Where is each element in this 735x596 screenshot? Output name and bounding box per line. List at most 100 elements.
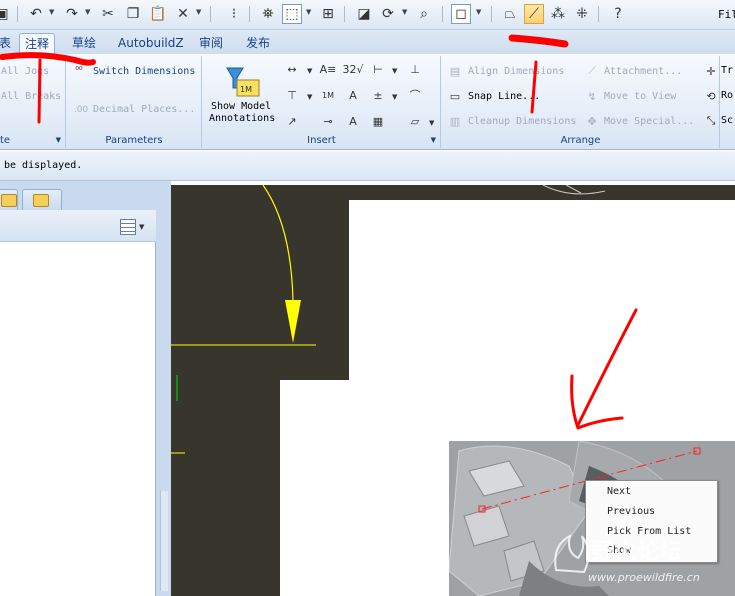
drawing-tree: ▼ [0, 210, 156, 596]
group-launcher-icon[interactable]: ▼ [431, 136, 436, 144]
regenerate-icon[interactable]: ⁝ [224, 4, 244, 24]
leader-line[interactable] [262, 185, 294, 301]
file-menu-label[interactable]: Fil [718, 8, 735, 21]
copy-icon[interactable]: ❐ [123, 4, 143, 24]
ribbon: All Jogs All Breaks te ▼ ⁰⁰ Switch Dimen… [0, 54, 735, 150]
dimension-dropdown-icon[interactable]: ▼ [307, 67, 312, 75]
tab-sketch[interactable]: 草绘 [67, 33, 101, 54]
list-icon [120, 219, 136, 235]
menu-item-next[interactable]: Next [607, 486, 631, 497]
align-dimensions-icon: ▤ [449, 64, 461, 78]
cleanup-dimensions-button[interactable]: Cleanup Dimensions [468, 116, 576, 127]
symbol-icon[interactable]: ⌒ [406, 86, 424, 104]
sheet-arc [565, 185, 582, 194]
snap-line-button[interactable]: Snap Line... [468, 91, 540, 102]
datum-csys-icon[interactable]: ⁜ [572, 4, 592, 24]
rotate-icon: ⟲ [706, 89, 716, 103]
find-icon[interactable]: ⛯ [258, 4, 278, 24]
separator [442, 6, 443, 22]
datum-feature-label: A [349, 88, 357, 102]
surface-finish-icon[interactable]: 32 √ [343, 60, 364, 78]
translate-button[interactable]: Tr [721, 65, 733, 76]
cleanup-dimensions-icon: ▥ [449, 114, 461, 128]
redo-dropdown-icon[interactable]: ▼ [85, 8, 90, 16]
quick-access-toolbar: ▣ ↶ ▼ ↷ ▼ ✂ ❐ 📋 ✕ ▼ ⁝ ⛯ ⬚ ▼ ⊞ ◪ ⟳ ▼ ⌕ ◻ … [0, 0, 735, 30]
move-to-view-icon: ↯ [587, 89, 597, 103]
all-breaks-button[interactable]: All Breaks [1, 91, 61, 102]
rotate-button[interactable]: Ro [721, 90, 733, 101]
auto-ordinate-icon[interactable]: ⊥ [406, 60, 424, 78]
show-model-annotations-line2[interactable]: Annotations [209, 113, 275, 124]
ordinate-icon[interactable]: ⊤ [283, 86, 301, 104]
tab-layout[interactable]: 表 [0, 33, 16, 54]
tab-autobuildz[interactable]: AutobuildZ [113, 33, 189, 54]
weld-symbol-icon[interactable]: ⊸ [319, 112, 337, 130]
panel-sash[interactable] [160, 491, 168, 591]
cut-icon[interactable]: ✂ [98, 4, 118, 24]
help-icon[interactable]: ? [608, 4, 628, 24]
selection-box-icon[interactable]: ⬚ [282, 4, 302, 24]
show-model-annotations-line1[interactable]: Show Model [211, 101, 271, 112]
hatch-dropdown-icon[interactable]: ▼ [429, 119, 434, 127]
decimal-places-button[interactable]: Decimal Places... [93, 104, 195, 115]
move-to-view-button[interactable]: Move to View [604, 91, 676, 102]
attachment-button[interactable]: Attachment... [604, 66, 682, 77]
separator [344, 6, 345, 22]
redo-icon[interactable]: ↷ [62, 4, 82, 24]
reference-dimension-icon[interactable]: ± [369, 86, 387, 104]
align-dimensions-button[interactable]: Align Dimensions [468, 66, 564, 77]
orient-dropdown-icon[interactable]: ▼ [402, 8, 407, 16]
watermark-url: www.proewildfire.cn [588, 571, 700, 584]
reference-dropdown-icon[interactable]: ▼ [392, 93, 397, 101]
watermark-text: 野火论坛 [591, 540, 684, 565]
menu-item-previous[interactable]: Previous [607, 506, 655, 517]
group-launcher-icon[interactable]: ▼ [56, 136, 61, 144]
select-icon[interactable]: ⊞ [318, 4, 338, 24]
svg-text:1M: 1M [240, 85, 252, 94]
hatch-icon[interactable]: ▱ [406, 112, 424, 130]
datum-plane-icon[interactable]: ⏢ [500, 4, 520, 24]
repaint-icon[interactable]: ◪ [354, 4, 374, 24]
orient-icon[interactable]: ⟳ [378, 4, 398, 24]
selection-dropdown-icon[interactable]: ▼ [306, 8, 311, 16]
attachment-icon: ⟋ [588, 64, 596, 77]
gtol-label: 1M [322, 90, 334, 100]
arrowhead [285, 300, 301, 343]
table-icon[interactable]: ▦ [369, 112, 387, 130]
delete-dropdown-icon[interactable]: ▼ [196, 8, 201, 16]
paste-icon[interactable]: 📋 [148, 4, 168, 24]
ribbon-tab-bar: 表 注释 草绘 AutobuildZ 审阅 发布 [0, 30, 735, 54]
note-icon[interactable]: A≡ [319, 60, 337, 78]
separator [249, 6, 250, 22]
undo-dropdown-icon[interactable]: ▼ [49, 8, 54, 16]
display-style-dropdown-icon[interactable]: ▼ [476, 8, 481, 16]
group-insert: 1M Show Model Annotations ↔ ▼ A≡ 32 √ ⊢ ▼… [203, 56, 441, 148]
scale-button[interactable]: Sc [721, 115, 733, 126]
dimension-icon[interactable]: ↔ [283, 60, 301, 78]
watermark-logo-icon [554, 534, 590, 574]
balloon-icon[interactable]: ↗ [283, 112, 301, 130]
zoom-icon[interactable]: ⌕ [414, 4, 434, 24]
datum-point-icon[interactable]: ⁂ [548, 4, 568, 24]
ordinate-dimension-icon[interactable]: ⊢ [369, 60, 387, 78]
undo-icon[interactable]: ↶ [26, 4, 46, 24]
geometric-tolerance-icon[interactable]: 1M [319, 86, 337, 104]
delete-icon[interactable]: ✕ [173, 4, 193, 24]
all-jogs-button[interactable]: All Jogs [1, 66, 49, 77]
separator [17, 6, 18, 22]
datum-feature-icon[interactable]: A [344, 86, 362, 104]
tab-publish[interactable]: 发布 [241, 33, 275, 54]
ordinate-baseline-dropdown-icon[interactable]: ▼ [307, 93, 312, 101]
group-arrange-label: Arrange [560, 135, 601, 146]
display-style-icon[interactable]: ◻ [451, 4, 471, 24]
tree-show-menu[interactable]: ▼ [120, 216, 154, 238]
datum-axis-icon[interactable]: ⟋ [524, 4, 544, 24]
tab-annotate[interactable]: 注释 [19, 33, 56, 54]
ordinate-dropdown-icon[interactable]: ▼ [392, 67, 397, 75]
move-special-button[interactable]: Move Special... [604, 116, 694, 127]
message-text: be displayed. [4, 160, 83, 171]
datum-target-icon[interactable]: A [344, 112, 362, 130]
tab-review[interactable]: 审阅 [194, 33, 228, 54]
switch-dimensions-button[interactable]: Switch Dimensions [93, 66, 195, 77]
save-icon[interactable]: ▣ [0, 4, 12, 24]
